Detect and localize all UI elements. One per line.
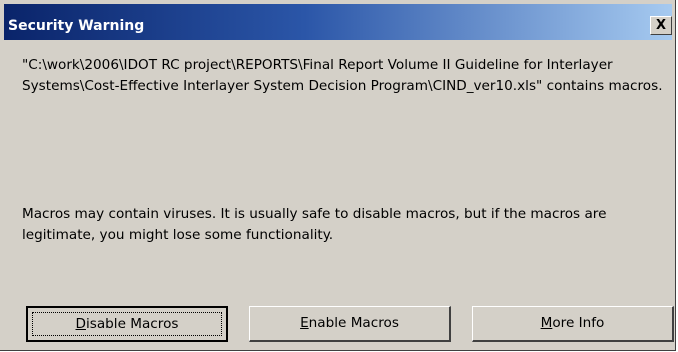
close-icon: X bbox=[655, 18, 667, 33]
security-warning-dialog: Security Warning X "C:\work\2006\IDOT RC… bbox=[0, 0, 676, 351]
close-button[interactable]: X bbox=[650, 16, 672, 35]
more-info-button[interactable]: More Info bbox=[472, 306, 674, 342]
file-macros-message: "C:\work\2006\IDOT RC project\REPORTS\Fi… bbox=[22, 57, 663, 94]
macro-warning-message: Macros may contain viruses. It is usuall… bbox=[22, 206, 607, 243]
window-title: Security Warning bbox=[8, 18, 145, 34]
more-info-label: More Info bbox=[540, 315, 605, 331]
disable-macros-button[interactable]: Disable Macros bbox=[26, 306, 228, 342]
title-bar[interactable]: Security Warning X bbox=[4, 4, 672, 40]
enable-macros-button[interactable]: Enable Macros bbox=[249, 306, 451, 342]
enable-macros-label: Enable Macros bbox=[300, 315, 399, 331]
disable-macros-label: Disable Macros bbox=[75, 316, 179, 332]
